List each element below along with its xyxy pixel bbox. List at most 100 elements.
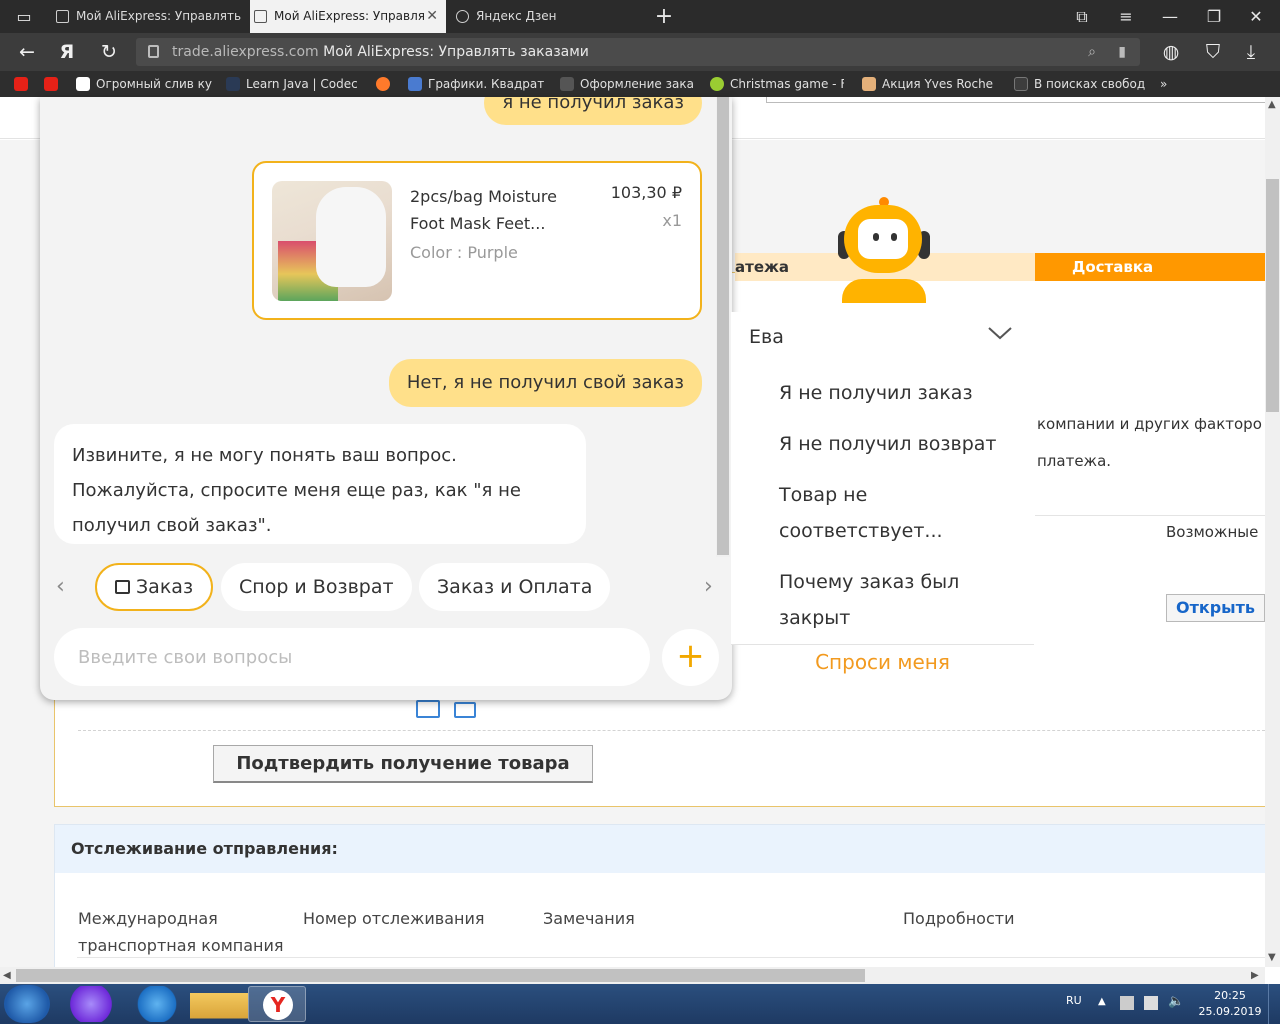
yandex-logo-button[interactable]: Я	[52, 33, 82, 71]
confirm-receipt-button[interactable]: Подтвердить получение товара	[213, 745, 593, 783]
close-window-icon[interactable]: ✕	[1242, 0, 1270, 33]
bookmark-1[interactable]: Огромный слив ку	[76, 71, 214, 97]
column-header-carrier: Международная транспортная компания	[78, 909, 284, 955]
scroll-up-icon[interactable]: ▲	[1268, 99, 1276, 110]
tabs-panel-icon[interactable]: ▭	[10, 0, 38, 33]
menu-item-not-as-described[interactable]: Товар не соответствует...	[779, 477, 979, 549]
url-page-title: Мой AliExpress: Управлять заказами	[323, 44, 589, 60]
internet-explorer-icon[interactable]	[128, 986, 186, 1022]
chat-input[interactable]	[78, 628, 638, 686]
chevron-right-icon[interactable]: ›	[704, 574, 713, 599]
user-message: я не получил заказ	[484, 97, 702, 125]
url-field[interactable]: trade.aliexpress.com Мой AliExpress: Упр…	[136, 38, 1140, 66]
bookmark-label: Акция Yves Roche	[882, 77, 994, 91]
chip-label: Заказ и Оплата	[437, 576, 593, 598]
page-icon	[1014, 77, 1028, 91]
scroll-down-icon[interactable]: ▼	[1268, 952, 1276, 963]
card-icon[interactable]	[454, 702, 476, 718]
open-dispute-button[interactable]: Открыть	[1166, 594, 1265, 622]
product-title: 2pcs/bag Moisture Foot Mask Feet...	[410, 187, 557, 233]
volume-icon[interactable]: 🔈	[1168, 994, 1184, 1009]
bookmark-2[interactable]: Learn Java | Codec	[226, 71, 364, 97]
close-tab-icon[interactable]: ✕	[426, 0, 438, 33]
menu-item-not-received[interactable]: Я не получил заказ	[779, 375, 1029, 411]
network-icon[interactable]	[1120, 996, 1134, 1010]
browser-tab-bar: ▭ Мой AliExpress: Управлять Мой AliExpre…	[0, 0, 1280, 33]
protect-icon[interactable]: ⛉	[1198, 33, 1228, 71]
chat-scrollbar[interactable]	[716, 97, 730, 557]
restore-icon[interactable]: ❐	[1200, 0, 1228, 33]
battery-icon[interactable]	[1144, 996, 1158, 1010]
category-dispute-chip[interactable]: Спор и Возврат	[221, 563, 412, 611]
bookmark-manager-icon[interactable]: ⧉	[1068, 0, 1096, 33]
tray-expand-icon[interactable]: ▲	[1098, 996, 1106, 1007]
bookmark-orange[interactable]	[376, 71, 390, 97]
lock-icon	[148, 45, 159, 58]
progress-step-delivery: Доставка	[1035, 253, 1265, 281]
ask-me-link[interactable]: Спроси меня	[731, 650, 1034, 674]
chat-input-box[interactable]	[54, 628, 650, 686]
alice-icon[interactable]	[62, 986, 120, 1022]
bookmark-label: Огромный слив ку	[96, 77, 212, 91]
bot-message: Извините, я не могу понять ваш вопрос. П…	[54, 424, 586, 544]
taskbar: Y RU ▲ 🔈 20:25 25.09.2019	[0, 984, 1280, 1024]
t-icon	[76, 77, 90, 91]
robot-face-shape	[858, 219, 908, 259]
menu-icon[interactable]: ≡	[1112, 0, 1140, 33]
possible-actions-label: Возможные	[1166, 523, 1259, 541]
column-header-notes: Замечания	[543, 909, 635, 928]
divider	[78, 730, 1265, 731]
product-card[interactable]: 2pcs/bag Moisture Foot Mask Feet... Colo…	[252, 161, 702, 320]
chevron-left-icon[interactable]: ‹	[56, 574, 65, 599]
scroll-thumb[interactable]	[717, 97, 729, 555]
youtube-bookmark-2[interactable]	[44, 71, 60, 97]
menu-item-order-closed[interactable]: Почему заказ был закрыт	[779, 564, 999, 636]
yandex-browser-taskbar-icon[interactable]: Y	[248, 986, 306, 1022]
scroll-right-icon[interactable]: ▶	[1251, 970, 1259, 981]
bookmark-6[interactable]: Акция Yves Roche	[862, 71, 996, 97]
scroll-left-icon[interactable]: ◀	[3, 970, 11, 981]
system-clock[interactable]: 20:25 25.09.2019	[1196, 988, 1264, 1020]
tab-yandex-zen[interactable]: Яндекс Дзен	[452, 0, 642, 33]
reload-icon[interactable]: ↻	[94, 33, 124, 71]
menu-item-no-refund[interactable]: Я не получил возврат	[779, 426, 1029, 462]
new-tab-icon[interactable]: +	[650, 0, 678, 33]
page-horizontal-scrollbar[interactable]: ◀ ▶	[0, 967, 1265, 984]
language-indicator[interactable]: RU	[1066, 994, 1082, 1007]
bookmark-4[interactable]: Оформление зака	[560, 71, 694, 97]
order-note-text-2: платежа.	[1037, 452, 1112, 470]
category-order-chip[interactable]: Заказ	[95, 563, 214, 611]
tab-aliexpress-1[interactable]: Мой AliExpress: Управлять	[52, 0, 246, 33]
explorer-folder-icon[interactable]	[190, 986, 248, 1022]
truck-icon[interactable]	[416, 700, 440, 718]
show-desktop-button[interactable]	[1268, 984, 1280, 1024]
product-price: 103,30 ₽	[610, 183, 682, 202]
product-color: Color : Purple	[410, 243, 518, 262]
assistant-menu: Ева Я не получил заказ Я не получил возв…	[731, 312, 1034, 645]
start-button[interactable]	[4, 985, 50, 1023]
minimize-icon[interactable]: —	[1156, 0, 1184, 33]
bookmark-3[interactable]: Графики. Квадрат	[408, 71, 544, 97]
bag-icon	[115, 580, 130, 594]
bookmark-5[interactable]: Christmas game - F	[710, 71, 844, 97]
tab-aliexpress-2[interactable]: Мой AliExpress: Управля ✕	[250, 0, 446, 33]
assistant-name: Ева	[749, 326, 784, 348]
scroll-thumb[interactable]	[16, 969, 865, 982]
bookmark-icon[interactable]: ▮	[1118, 38, 1126, 66]
robot-body-shape	[842, 279, 926, 303]
assistant-robot-icon[interactable]	[836, 197, 932, 303]
download-icon[interactable]: ⤓	[1236, 33, 1266, 71]
zoom-icon[interactable]: ⌕	[1088, 38, 1096, 66]
page-vertical-scrollbar[interactable]: ▲ ▼	[1265, 97, 1280, 967]
plus-button[interactable]: +	[662, 629, 719, 686]
more-bookmarks-icon[interactable]: »	[1160, 71, 1180, 97]
category-payment-chip[interactable]: Заказ и Оплата	[419, 563, 611, 611]
globe-icon[interactable]: ◍	[1156, 33, 1186, 71]
triangle-icon	[560, 77, 574, 91]
scroll-thumb[interactable]	[1266, 179, 1279, 412]
cake-icon	[862, 77, 876, 91]
back-icon[interactable]: ←	[12, 33, 42, 71]
chevron-down-icon[interactable]	[987, 322, 1013, 342]
youtube-bookmark[interactable]	[14, 71, 30, 97]
bookmark-7[interactable]: В поисках свобод	[1014, 71, 1152, 97]
